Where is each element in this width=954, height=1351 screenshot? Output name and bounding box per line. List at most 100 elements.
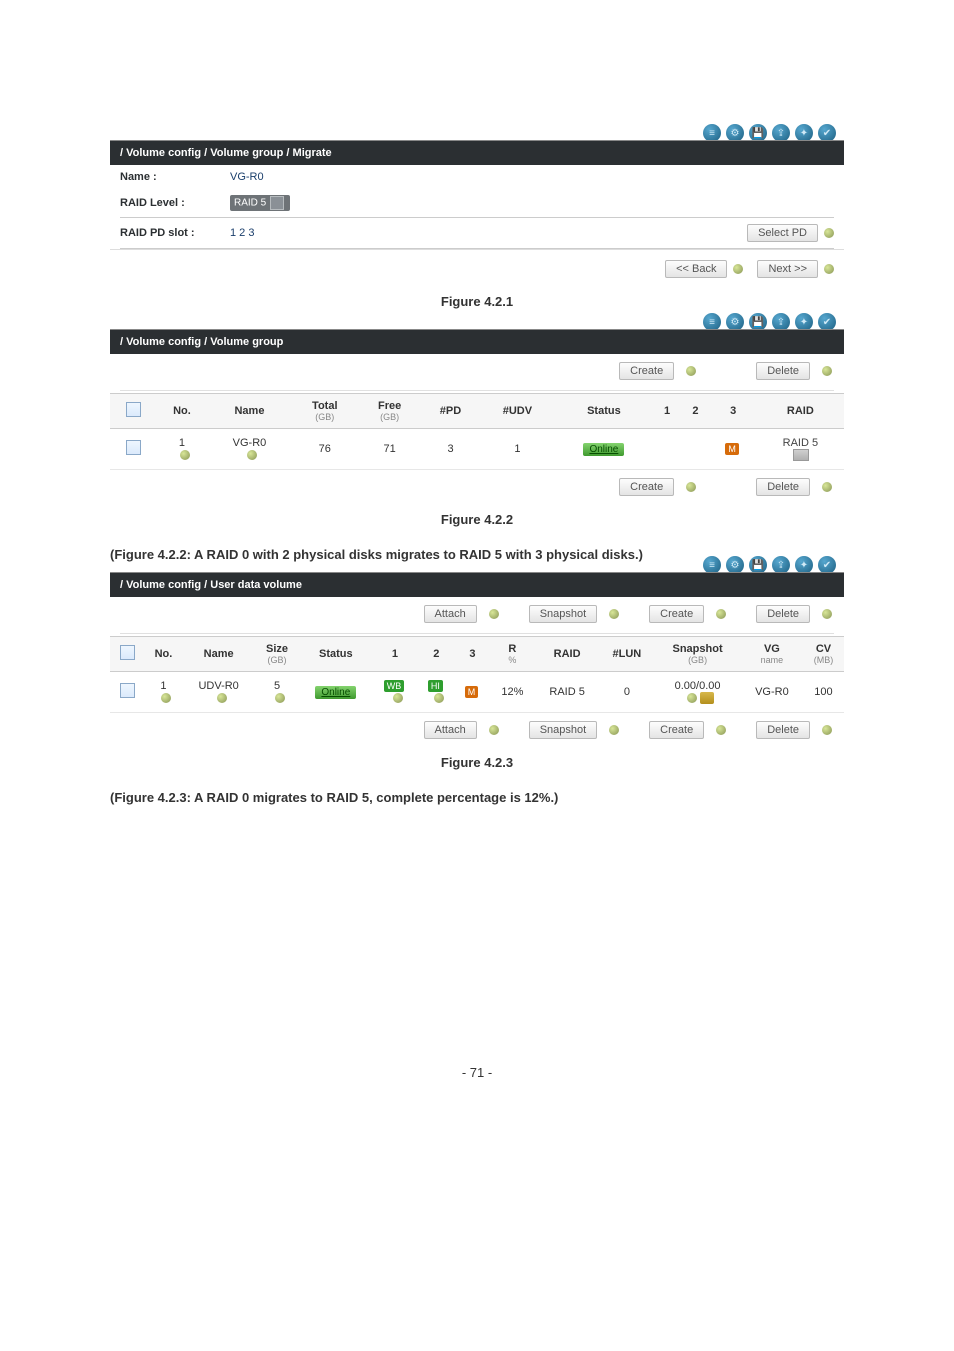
status-dot-icon: [733, 264, 743, 274]
snapshot-button[interactable]: Snapshot: [529, 605, 597, 623]
top-toolbar: Attach Snapshot Create Delete: [110, 597, 844, 631]
table-row: 1 VG-R0 76 71 3 1 Online M RAID 5: [110, 429, 844, 470]
col-status: Status: [299, 637, 372, 672]
raid-level-label: RAID Level :: [120, 197, 230, 209]
row-checkbox[interactable]: [126, 440, 141, 455]
create-button[interactable]: Create: [649, 721, 704, 739]
row-menu-icon[interactable]: [161, 693, 171, 703]
attach-button[interactable]: Attach: [424, 721, 477, 739]
figure-caption: Figure 4.2.2: [110, 512, 844, 527]
row-menu-icon[interactable]: [275, 693, 285, 703]
col-udv: #UDV: [480, 394, 555, 429]
bottom-toolbar: Attach Snapshot Create Delete: [110, 713, 844, 747]
delete-button[interactable]: Delete: [756, 362, 810, 380]
cell-2: [681, 429, 709, 470]
col-status: Status: [555, 394, 653, 429]
cell-raid: RAID 5: [535, 672, 600, 713]
create-button[interactable]: Create: [649, 605, 704, 623]
volume-group-table: No. Name Total(GB) Free(GB) #PD #UDV Sta…: [110, 393, 844, 470]
status-dot-icon: [822, 609, 832, 619]
cell-cv: 100: [803, 672, 844, 713]
migrate-tag: M: [725, 443, 739, 455]
status-dot-icon: [489, 609, 499, 619]
status-badge: Online: [583, 443, 624, 456]
status-dot-icon: [489, 725, 499, 735]
create-button[interactable]: Create: [619, 362, 674, 380]
status-dot-icon: [686, 482, 696, 492]
cell-lun: 0: [600, 672, 655, 713]
back-button[interactable]: << Back: [665, 260, 727, 278]
cell-total: 76: [291, 429, 358, 470]
status-dot-icon: [686, 366, 696, 376]
col-raid: RAID: [757, 394, 844, 429]
status-dot-icon: [822, 725, 832, 735]
udv-panel: ≡ ⚙ 💾 ⇪ ✦ ✔ / Volume config / User data …: [110, 572, 844, 747]
raid-pd-slot-label: RAID PD slot :: [120, 227, 230, 239]
migrate-panel: ≡ ⚙ 💾 ⇪ ✦ ✔ / Volume config / Volume gro…: [110, 140, 844, 286]
row-menu-icon[interactable]: [247, 450, 257, 460]
cell-3: M: [455, 672, 490, 713]
cell-name: VG-R0: [208, 429, 291, 470]
cell-size: 5: [255, 672, 300, 713]
status-dot-icon: [716, 725, 726, 735]
col-2: 2: [418, 637, 455, 672]
col-no: No.: [156, 394, 208, 429]
col-lun: #LUN: [600, 637, 655, 672]
col-raid: RAID: [535, 637, 600, 672]
col-r: R%: [490, 637, 535, 672]
row-menu-icon[interactable]: [180, 450, 190, 460]
delete-button[interactable]: Delete: [756, 478, 810, 496]
col-3: 3: [710, 394, 757, 429]
raid-pd-slot-row: RAID PD slot : 1 2 3 Select PD: [110, 218, 844, 248]
create-button[interactable]: Create: [619, 478, 674, 496]
row-menu-icon[interactable]: [434, 693, 444, 703]
cell-1: [653, 429, 681, 470]
status-dot-icon: [824, 264, 834, 274]
bottom-toolbar: Create Delete: [110, 470, 844, 504]
cell-snapshot: 0.00/0.00: [654, 672, 741, 713]
snapshot-icon[interactable]: [700, 692, 714, 704]
select-pd-button[interactable]: Select PD: [747, 224, 818, 242]
col-1: 1: [653, 394, 681, 429]
cell-pd: 3: [421, 429, 480, 470]
col-total: Total(GB): [291, 394, 358, 429]
status-dot-icon: [822, 482, 832, 492]
next-button[interactable]: Next >>: [757, 260, 818, 278]
col-vg: VGname: [741, 637, 803, 672]
status-dot-icon: [609, 609, 619, 619]
cell-free: 71: [358, 429, 421, 470]
delete-button[interactable]: Delete: [756, 605, 810, 623]
status-dot-icon: [824, 228, 834, 238]
col-checkbox: [110, 637, 144, 672]
raid-level-select[interactable]: RAID 5: [230, 195, 290, 211]
col-name: Name: [183, 637, 255, 672]
select-all-checkbox[interactable]: [120, 645, 135, 660]
attach-button[interactable]: Attach: [424, 605, 477, 623]
cell-2: HI: [418, 672, 455, 713]
delete-button[interactable]: Delete: [756, 721, 810, 739]
name-value: VG-R0: [230, 171, 264, 183]
cell-r: 12%: [490, 672, 535, 713]
col-no: No.: [144, 637, 182, 672]
col-2: 2: [681, 394, 709, 429]
status-dot-icon: [822, 366, 832, 376]
row-menu-icon[interactable]: [217, 693, 227, 703]
page-number: - 71 -: [110, 1065, 844, 1080]
col-3: 3: [455, 637, 490, 672]
row-menu-icon[interactable]: [393, 693, 403, 703]
cell-no: 1: [144, 672, 182, 713]
cell-vg: VG-R0: [741, 672, 803, 713]
col-free: Free(GB): [358, 394, 421, 429]
volume-group-panel: ≡ ⚙ 💾 ⇪ ✦ ✔ / Volume config / Volume gro…: [110, 329, 844, 504]
top-toolbar: Create Delete: [110, 354, 844, 388]
col-1: 1: [372, 637, 417, 672]
status-dot-icon: [609, 725, 619, 735]
row-menu-icon[interactable]: [687, 693, 697, 703]
migrate-tag: M: [465, 686, 479, 698]
snapshot-button[interactable]: Snapshot: [529, 721, 597, 739]
cell-no: 1: [156, 429, 208, 470]
hi-tag: HI: [428, 680, 443, 692]
col-snapshot: Snapshot(GB): [654, 637, 741, 672]
row-checkbox[interactable]: [120, 683, 135, 698]
select-all-checkbox[interactable]: [126, 402, 141, 417]
